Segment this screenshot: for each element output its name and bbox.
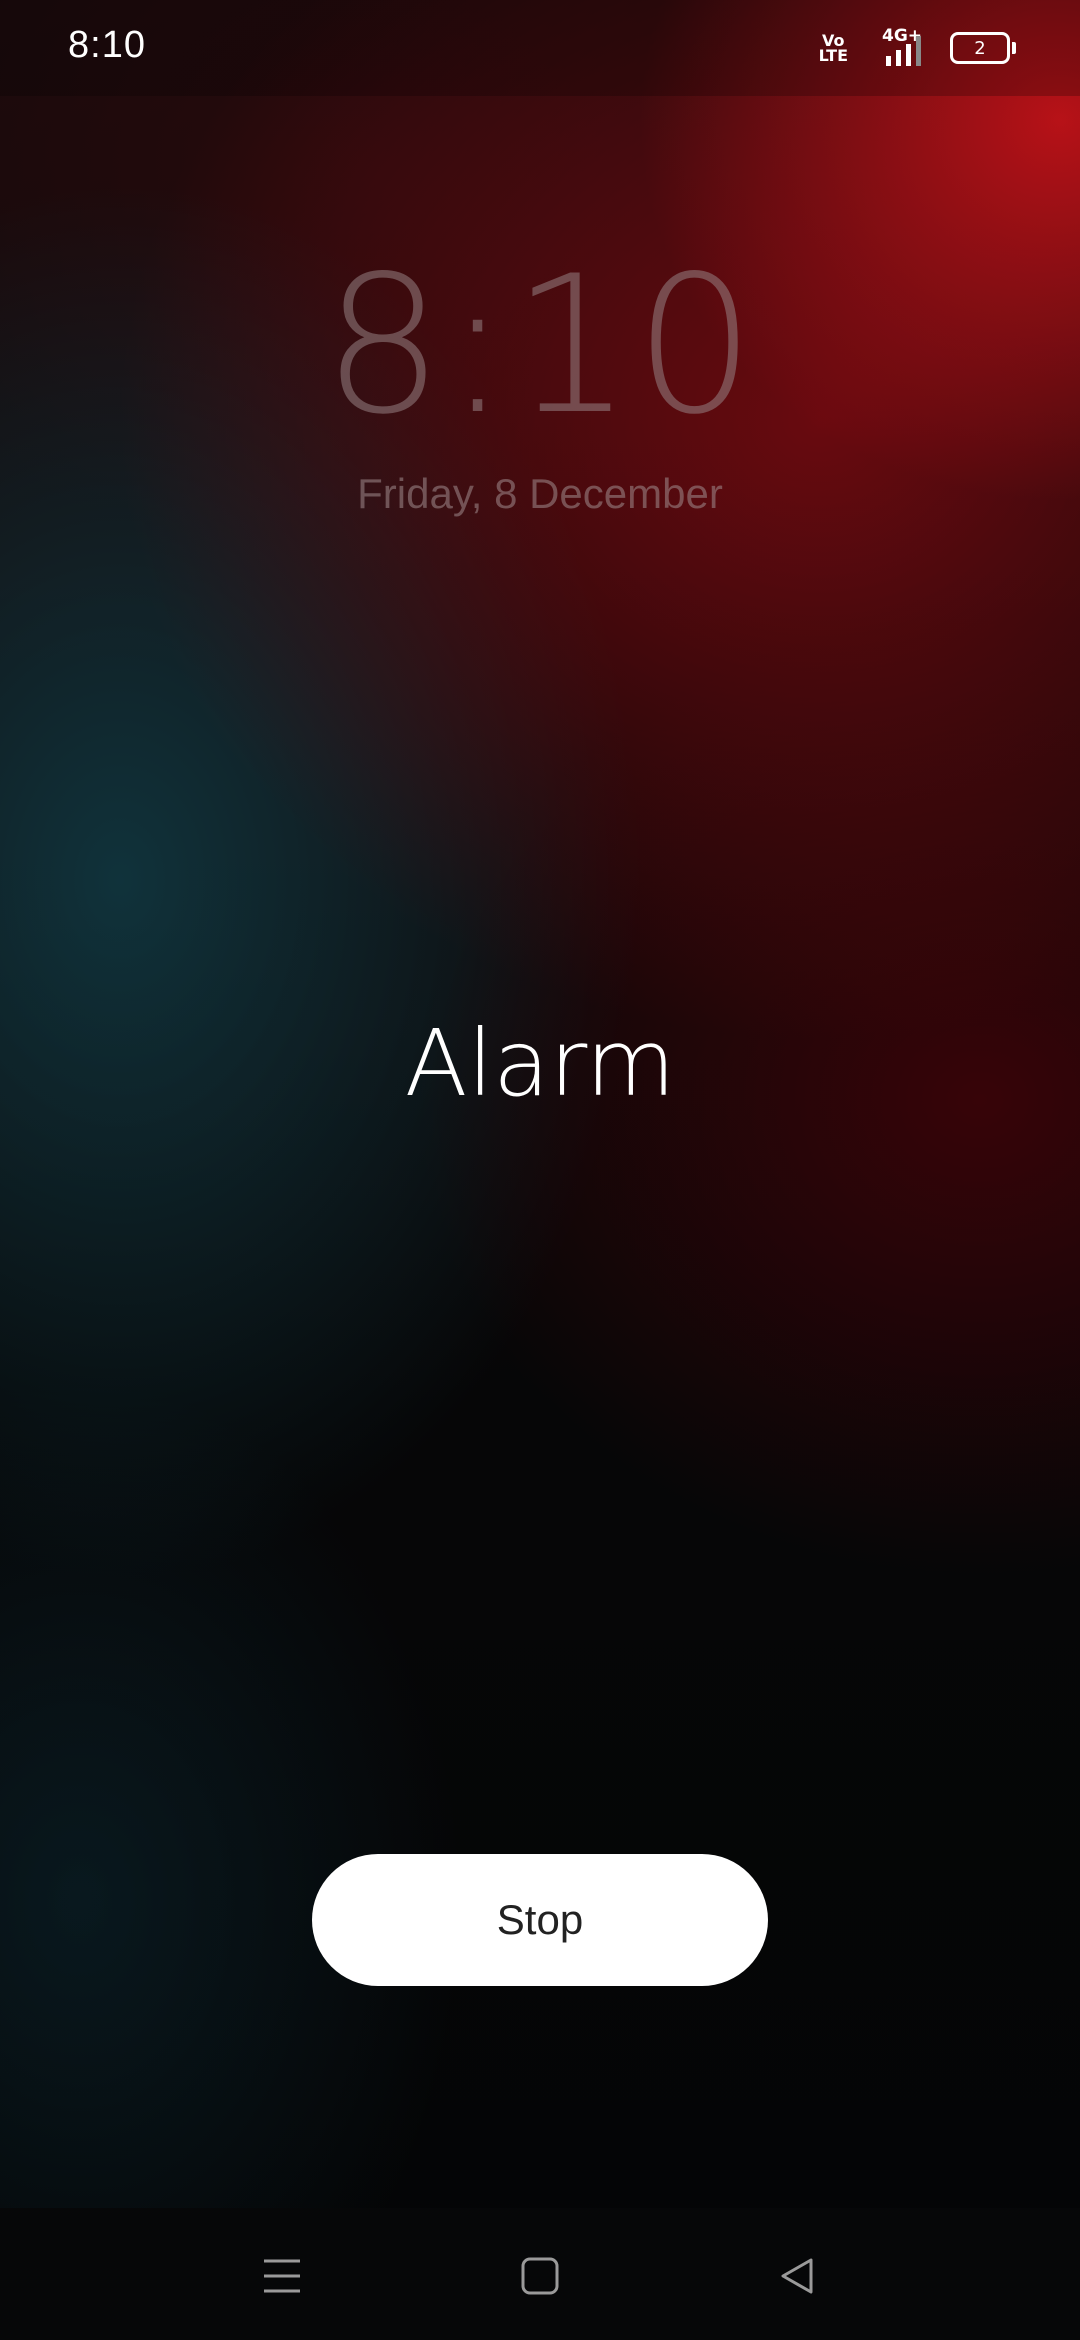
status-bar: 8:10 Vo LTE 4G+ 2 <box>0 0 1080 96</box>
signal-bar-1 <box>886 56 891 66</box>
volte-bottom-label: LTE <box>818 46 848 65</box>
status-icons: Vo LTE 4G+ 2 <box>818 26 1016 68</box>
signal-icon: 4G+ <box>872 26 926 66</box>
alarm-label: Alarm <box>404 1010 676 1117</box>
menu-icon[interactable] <box>252 2246 312 2306</box>
navigation-bar <box>0 2208 1080 2340</box>
back-icon[interactable] <box>768 2246 828 2306</box>
battery-icon: 2 <box>950 32 1016 64</box>
alarm-screen: 8:10 Vo LTE 4G+ 2 8:10 Friday, 8 Decembe… <box>0 0 1080 2340</box>
stop-button[interactable]: Stop <box>312 1854 768 1986</box>
lock-date: Friday, 8 December <box>357 470 723 517</box>
battery-level: 2 <box>974 37 986 59</box>
signal-bar-2 <box>896 50 901 66</box>
signal-bar-3 <box>906 44 911 66</box>
lock-clock: 8:10 <box>322 235 758 456</box>
volte-icon: Vo LTE <box>818 33 848 65</box>
home-icon[interactable] <box>510 2246 570 2306</box>
status-time: 8:10 <box>68 24 146 66</box>
signal-bar-4 <box>916 36 921 66</box>
